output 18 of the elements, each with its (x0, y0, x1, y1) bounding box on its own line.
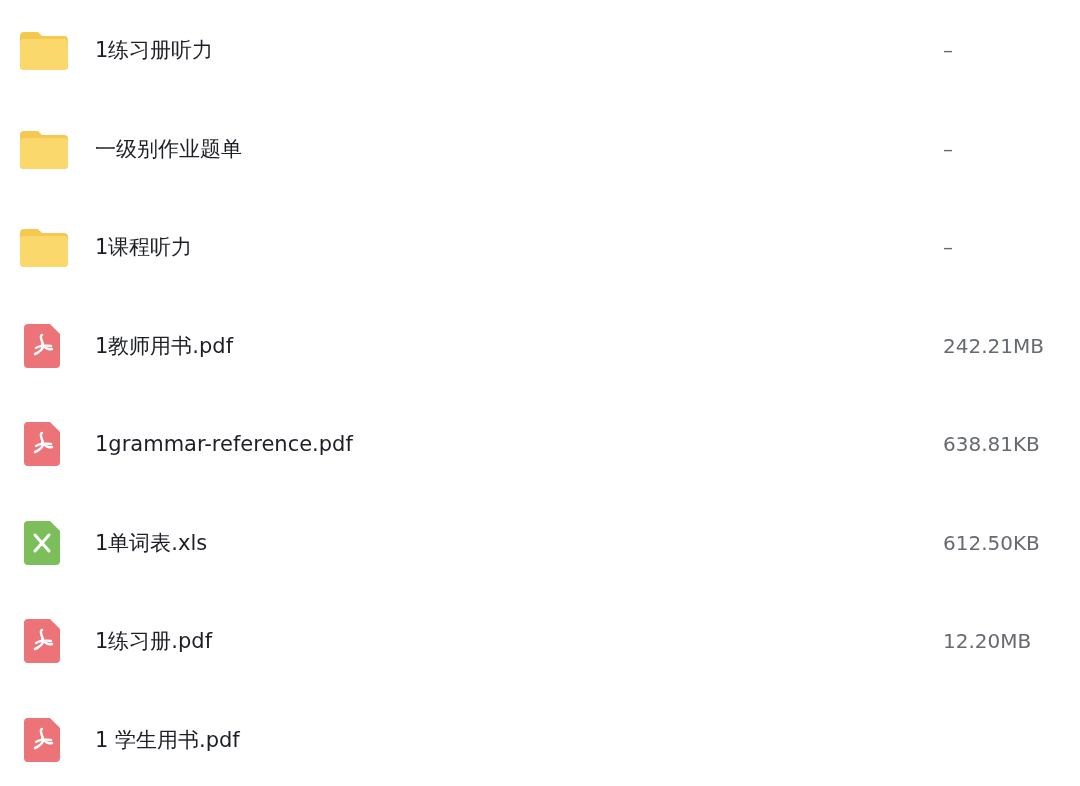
file-size: 612.50KB (943, 530, 1041, 555)
file-size: 638.81KB (943, 432, 1041, 457)
file-size: 12.20MB (943, 629, 1033, 654)
file-size: – (943, 38, 954, 63)
file-name[interactable]: 1练习册.pdf (95, 627, 943, 656)
file-name[interactable]: 1grammar-reference.pdf (95, 432, 943, 457)
file-name[interactable]: 一级别作业题单 (95, 134, 943, 163)
file-name[interactable]: 1单词表.xls (95, 528, 943, 557)
file-name[interactable]: 1练习册听力 (95, 36, 943, 65)
file-name[interactable]: 1 学生用书.pdf (95, 725, 943, 754)
folder-icon (20, 30, 68, 71)
folder-icon (20, 227, 68, 268)
folder-icon (20, 128, 68, 169)
file-name[interactable]: 1教师用书.pdf (95, 331, 943, 360)
file-size: – (943, 136, 954, 161)
file-size: 242.21MB (943, 333, 1045, 358)
file-size: – (943, 235, 954, 260)
file-name[interactable]: 1课程听力 (95, 233, 943, 262)
